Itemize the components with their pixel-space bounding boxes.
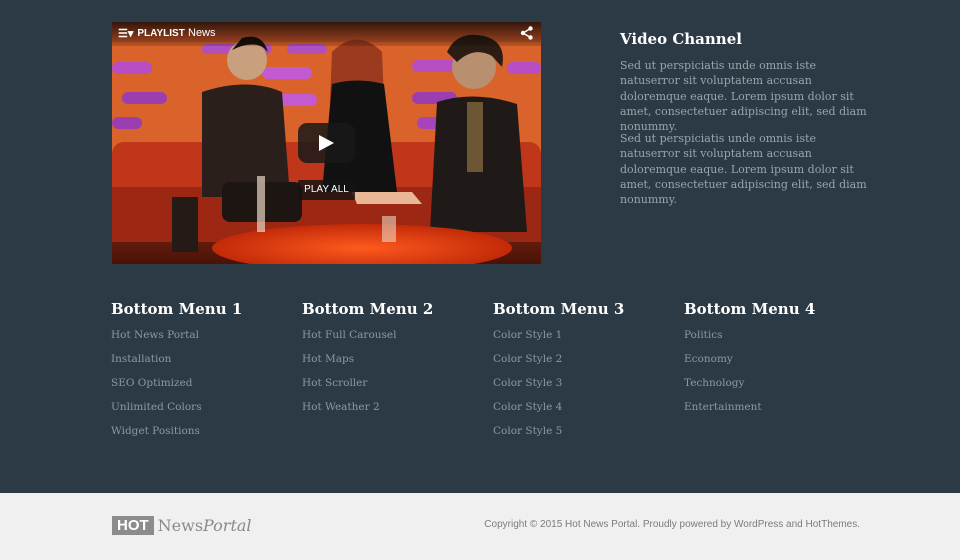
menu-link[interactable]: Unlimited Colors bbox=[111, 400, 291, 414]
play-icon bbox=[319, 135, 334, 151]
menu-link[interactable]: Hot Maps bbox=[302, 352, 482, 366]
video-player[interactable]: ☰▾ PLAYLIST News PLAY ALL bbox=[112, 22, 541, 264]
menu-link[interactable]: Widget Positions bbox=[111, 424, 291, 438]
play-all-button[interactable]: PLAY ALL bbox=[298, 180, 355, 200]
menu-title: Bottom Menu 4 bbox=[684, 300, 816, 318]
footer: HOT News Portal Copyright © 2015 Hot New… bbox=[0, 493, 960, 560]
bottom-menu-1: Bottom Menu 1 Hot News Portal Installati… bbox=[111, 299, 291, 448]
menu-link[interactable]: Color Style 3 bbox=[493, 376, 673, 390]
menu-link[interactable]: Hot Scroller bbox=[302, 376, 482, 390]
menu-title: Bottom Menu 1 bbox=[111, 300, 243, 318]
channel-paragraph: Sed ut perspiciatis unde omnis iste natu… bbox=[620, 59, 867, 134]
menu-link[interactable]: Politics bbox=[684, 328, 864, 342]
menu-link[interactable]: Color Style 5 bbox=[493, 424, 673, 438]
logo-portal: Portal bbox=[203, 516, 252, 535]
logo-news: News bbox=[157, 516, 204, 535]
menu-link[interactable]: SEO Optimized bbox=[111, 376, 291, 390]
playlist-icon: ☰▾ bbox=[118, 28, 134, 40]
menu-link[interactable]: Installation bbox=[111, 352, 291, 366]
play-button[interactable] bbox=[298, 123, 355, 163]
menu-link[interactable]: Entertainment bbox=[684, 400, 864, 414]
menu-link[interactable]: Color Style 4 bbox=[493, 400, 673, 414]
bottom-menu-2: Bottom Menu 2 Hot Full Carousel Hot Maps… bbox=[302, 299, 482, 424]
menu-link[interactable]: Hot News Portal bbox=[111, 328, 291, 342]
menu-link[interactable]: Hot Weather 2 bbox=[302, 400, 482, 414]
copyright-text: Copyright © 2015 Hot News Portal. Proudl… bbox=[484, 519, 860, 530]
playlist-button[interactable]: ☰▾ PLAYLIST bbox=[118, 27, 185, 40]
video-title[interactable]: News bbox=[188, 27, 216, 39]
menu-link[interactable]: Economy bbox=[684, 352, 864, 366]
bottom-menu-4: Bottom Menu 4 Politics Economy Technolog… bbox=[684, 299, 864, 424]
menu-link[interactable]: Technology bbox=[684, 376, 864, 390]
site-logo[interactable]: HOT News Portal bbox=[112, 516, 252, 535]
menu-link[interactable]: Hot Full Carousel bbox=[302, 328, 482, 342]
logo-hot: HOT bbox=[112, 516, 154, 535]
menu-title: Bottom Menu 3 bbox=[493, 300, 625, 318]
menu-title: Bottom Menu 2 bbox=[302, 300, 434, 318]
playlist-label: PLAYLIST bbox=[137, 28, 185, 39]
menu-link[interactable]: Color Style 2 bbox=[493, 352, 673, 366]
share-icon[interactable] bbox=[520, 26, 534, 40]
bottom-menu-3: Bottom Menu 3 Color Style 1 Color Style … bbox=[493, 299, 673, 448]
menu-link[interactable]: Color Style 1 bbox=[493, 328, 673, 342]
video-channel-title: Video Channel bbox=[620, 30, 742, 48]
channel-paragraph: Sed ut perspiciatis unde omnis iste natu… bbox=[620, 132, 867, 207]
